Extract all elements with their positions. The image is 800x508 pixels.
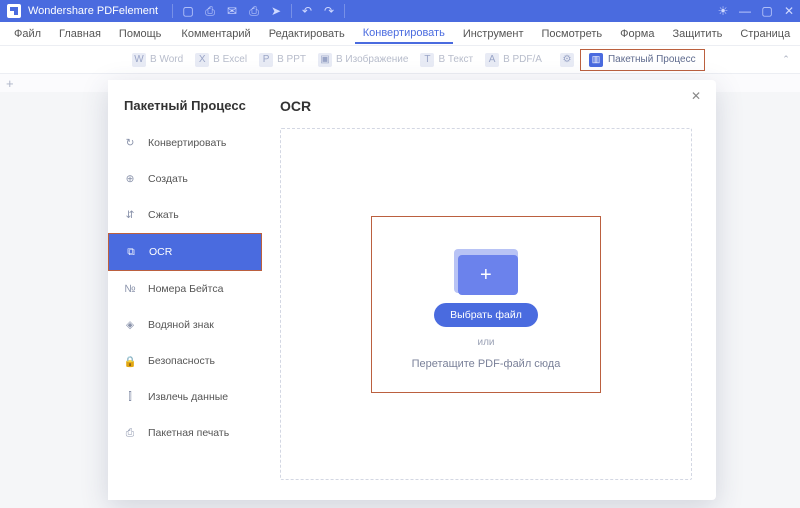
sidebar-item-ocr[interactable]: ⧉OCR	[108, 233, 262, 271]
print-icon: ⎙	[122, 425, 138, 441]
image-icon: ▣	[318, 53, 332, 67]
tool-settings[interactable]: ⚙	[554, 51, 580, 69]
batch-icon: ▥	[589, 53, 603, 67]
convert-icon: ↻	[122, 135, 138, 151]
dialog-title: Пакетный Процесс	[108, 98, 262, 125]
menu-convert[interactable]: Конвертировать	[355, 24, 453, 44]
convert-toolbar: WВ Word XВ Excel PВ PPT ▣В Изображение T…	[0, 46, 800, 74]
maximize-button[interactable]: ▢	[756, 1, 778, 21]
sidebar-item-create[interactable]: ⊕Создать	[108, 161, 262, 197]
menu-edit[interactable]: Редактировать	[261, 25, 353, 43]
drag-label: Перетащите PDF-файл сюда	[412, 358, 561, 370]
menu-protect[interactable]: Защитить	[664, 25, 730, 43]
tool-to-text[interactable]: TВ Текст	[414, 51, 479, 69]
menu-view[interactable]: Посмотреть	[534, 25, 611, 43]
bates-icon: №	[122, 281, 138, 297]
create-icon: ⊕	[122, 171, 138, 187]
folder-add-icon: +	[454, 243, 518, 293]
ocr-icon: ⧉	[123, 244, 139, 260]
dialog-close-button[interactable]: ✕	[686, 86, 706, 106]
undo-icon[interactable]: ↶	[296, 1, 318, 21]
sidebar-item-compress[interactable]: ⇵Сжать	[108, 197, 262, 233]
drop-inner: + Выбрать файл или Перетащите PDF-файл с…	[371, 216, 602, 393]
gear-icon: ⚙	[560, 53, 574, 67]
menu-tool[interactable]: Инструмент	[455, 25, 532, 43]
content-title: OCR	[280, 98, 692, 114]
qat-save-icon[interactable]: ⎙	[199, 1, 221, 21]
sidebar-item-convert[interactable]: ↻Конвертировать	[108, 125, 262, 161]
menu-home[interactable]: Главная	[51, 25, 109, 43]
titlebar: Wondershare PDFelement ▢ ⎙ ✉ ⎙ ➤ ↶ ↷ ☀ ―…	[0, 0, 800, 22]
sidebar-item-watermark[interactable]: ◈Водяной знак	[108, 307, 262, 343]
tool-to-ppt[interactable]: PВ PPT	[253, 51, 312, 69]
sidebar-item-bates[interactable]: №Номера Бейтса	[108, 271, 262, 307]
menu-file[interactable]: Файл	[6, 25, 49, 43]
ppt-icon: P	[259, 53, 273, 67]
excel-icon: X	[195, 53, 209, 67]
pdfa-icon: A	[485, 53, 499, 67]
sidebar-item-print[interactable]: ⎙Пакетная печать	[108, 415, 262, 451]
choose-file-button[interactable]: Выбрать файл	[434, 303, 538, 327]
word-icon: W	[132, 53, 146, 67]
sidebar-item-security[interactable]: 🔒Безопасность	[108, 343, 262, 379]
qat-print-icon[interactable]: ⎙	[243, 1, 265, 21]
minimize-button[interactable]: ―	[734, 1, 756, 21]
tool-to-pdfa[interactable]: AВ PDF/A	[479, 51, 548, 69]
tool-batch-label: Пакетный Процесс	[608, 54, 696, 65]
tool-batch-process[interactable]: ▥ Пакетный Процесс	[580, 49, 705, 71]
menu-form[interactable]: Форма	[612, 25, 662, 43]
menu-comment[interactable]: Комментарий	[173, 25, 258, 43]
watermark-icon: ◈	[122, 317, 138, 333]
app-name: Wondershare PDFelement	[28, 5, 168, 17]
add-tab-button[interactable]: +	[6, 76, 22, 91]
tool-to-image[interactable]: ▣В Изображение	[312, 51, 414, 69]
or-label: или	[477, 337, 494, 348]
qat-open-icon[interactable]: ▢	[177, 1, 199, 21]
toolbar-expand-icon[interactable]: ⌃	[778, 52, 794, 68]
qat-mail-icon[interactable]: ✉	[221, 1, 243, 21]
dropzone[interactable]: + Выбрать файл или Перетащите PDF-файл с…	[280, 128, 692, 480]
compress-icon: ⇵	[122, 207, 138, 223]
sidebar-item-extract[interactable]: ⫿Извлечь данные	[108, 379, 262, 415]
batch-dialog: ✕ Пакетный Процесс ↻Конвертировать ⊕Созд…	[108, 80, 716, 500]
qat-share-icon[interactable]: ➤	[265, 1, 287, 21]
extract-icon: ⫿	[122, 389, 138, 405]
dialog-sidebar: Пакетный Процесс ↻Конвертировать ⊕Создат…	[108, 80, 262, 500]
tool-to-excel[interactable]: XВ Excel	[189, 51, 253, 69]
menu-help[interactable]: Помощь	[111, 25, 170, 43]
menu-page[interactable]: Страница	[732, 25, 798, 43]
tool-to-word[interactable]: WВ Word	[126, 51, 189, 69]
dialog-content: OCR + Выбрать файл или Перетащите PDF-фа…	[262, 80, 716, 500]
theme-icon[interactable]: ☀	[712, 1, 734, 21]
lock-icon: 🔒	[122, 353, 138, 369]
menubar: Файл Главная Помощь Комментарий Редактир…	[0, 22, 800, 46]
close-window-button[interactable]: ✕	[778, 1, 800, 21]
redo-icon[interactable]: ↷	[318, 1, 340, 21]
text-icon: T	[420, 53, 434, 67]
app-logo-icon	[4, 1, 24, 21]
